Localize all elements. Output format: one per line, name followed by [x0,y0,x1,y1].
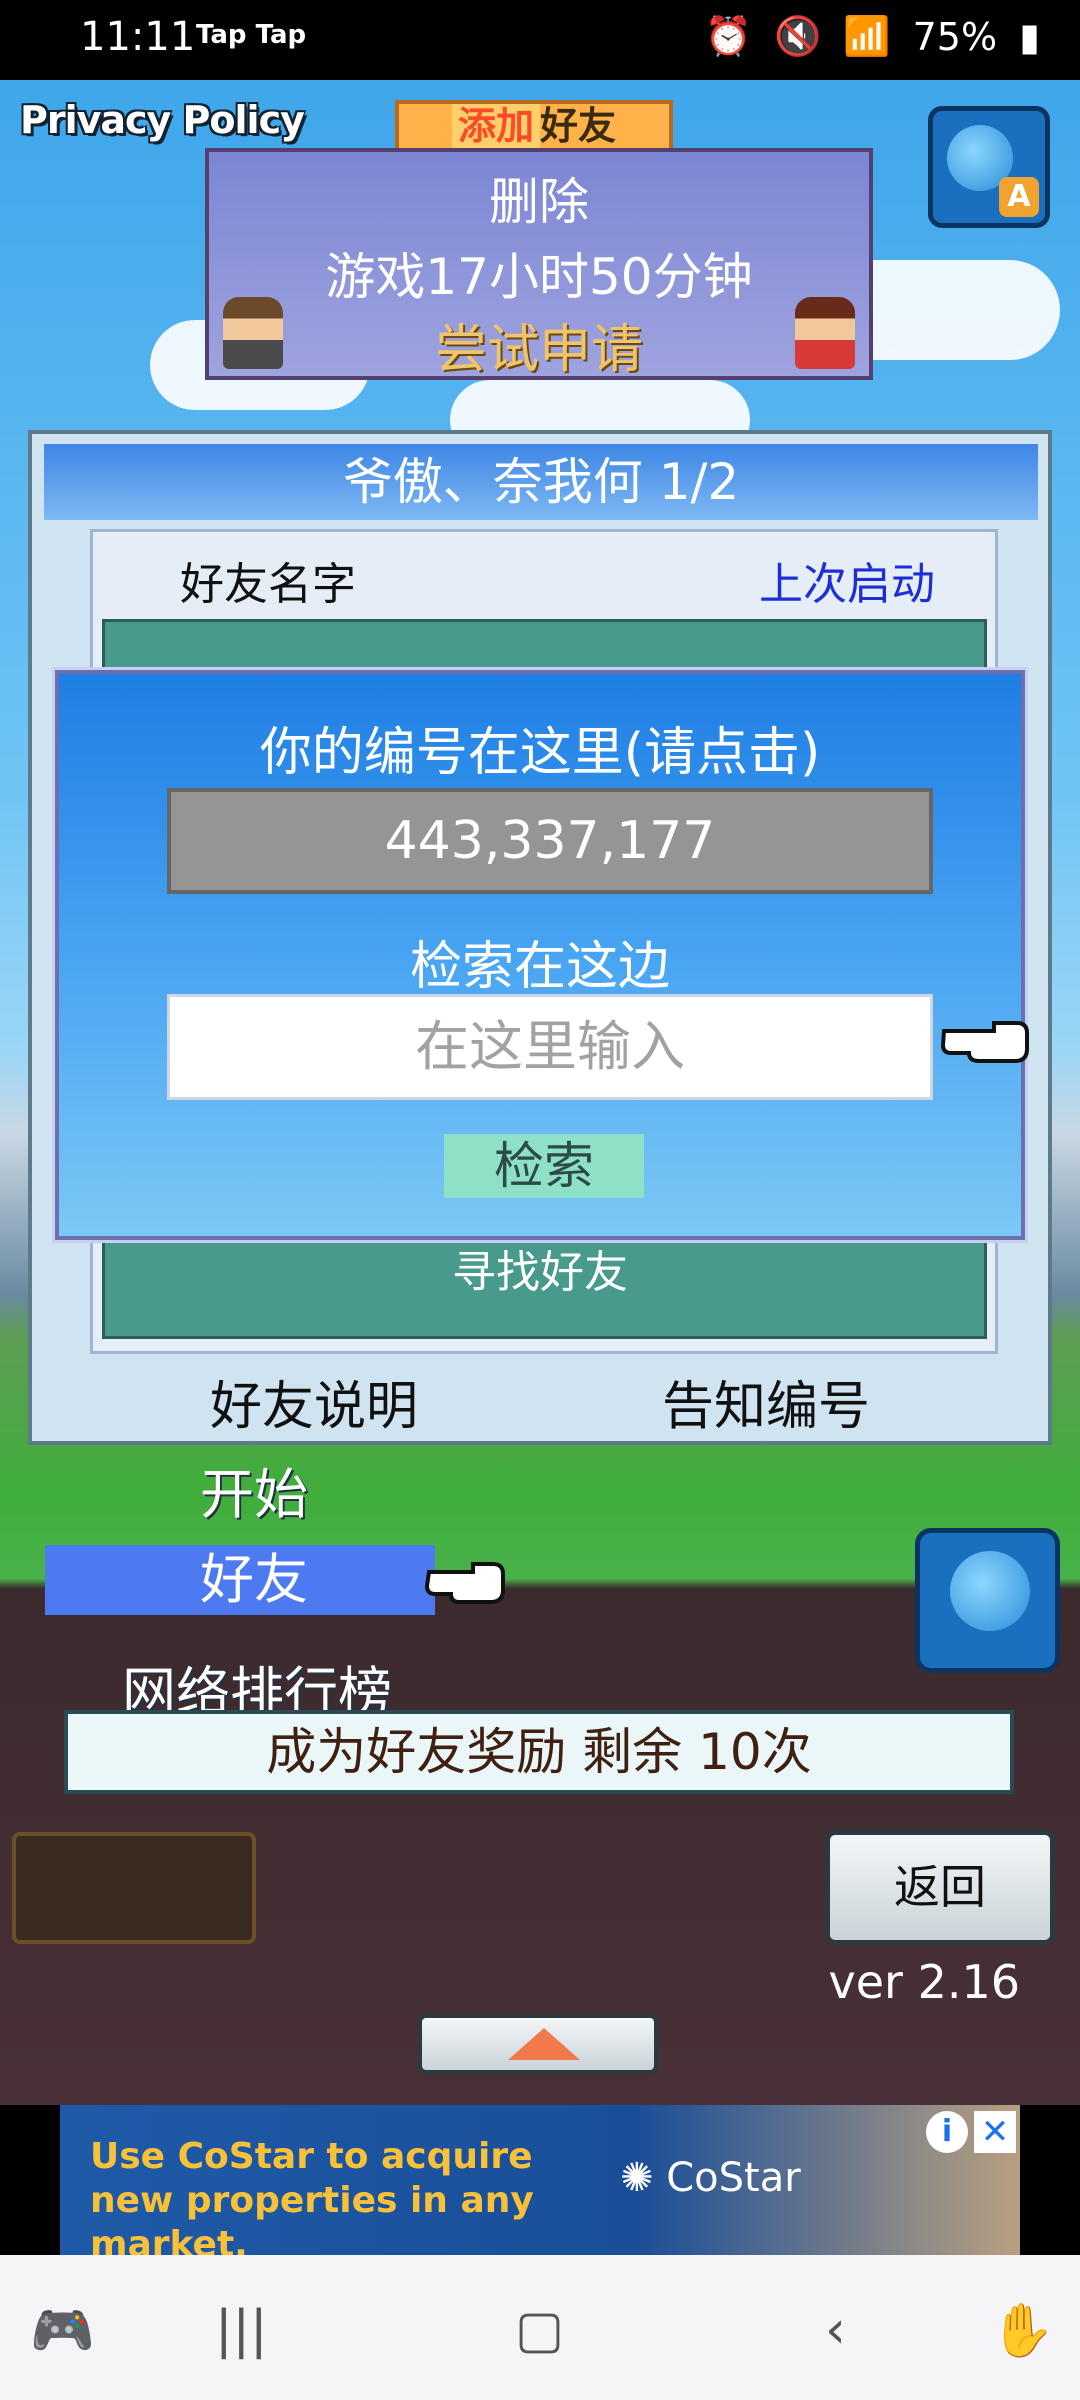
ad-brand-name[interactable]: CoStar [666,2155,800,2201]
status-bar: 11:11 Tap Tap ⏰ 🔇 📶 75% ▮ [0,0,1080,80]
battery-percent: 75% [912,14,998,59]
back-button[interactable]: 返回 [825,1830,1055,1945]
ad-text[interactable]: Use CoStar to acquire new properties in … [90,2135,610,2267]
male-character-icon [223,297,283,369]
navigation-bar: 🎮 ||| ▢ ‹ ✋ [0,2255,1080,2400]
menu-friend[interactable]: 好友 [45,1545,435,1615]
battery-icon: ▮ [1019,14,1040,59]
try-apply-label[interactable]: 尝试申请 [209,307,869,382]
globe-icon [950,1551,1030,1631]
search-input[interactable]: 在这里输入 [167,994,933,1100]
status-time: 11:11 [80,14,196,60]
ad-close-icon[interactable]: ✕ [974,2111,1016,2153]
dialog-title[interactable]: 你的编号在这里(请点击) [59,710,1021,785]
back-icon[interactable]: ‹ [825,2300,846,2360]
ad-banner[interactable]: Use CoStar to acquire new properties in … [60,2105,1020,2265]
privacy-policy-link[interactable]: Privacy Policy [20,98,305,142]
game-tools-icon[interactable]: 🎮 [30,2300,95,2361]
find-friend-label[interactable]: 寻找好友 [0,1236,1080,1300]
ad-brand[interactable]: ✺ CoStar [620,2155,801,2201]
friend-explain-button[interactable]: 好友说明 [210,1364,418,1439]
search-label: 检索在这边 [409,937,670,997]
friends-list-title: 爷傲、奈我何 1/2 [44,444,1038,520]
female-character-icon [795,297,855,369]
ad-info-icon[interactable]: i [926,2111,968,2153]
menu-start[interactable]: 开始 [200,1450,308,1529]
playtime-label: 游戏17小时50分钟 [325,248,753,306]
version-label: ver 2.16 [828,1955,1020,2009]
mute-icon: 🔇 [773,14,822,58]
status-app-name: Tap Tap [196,20,307,50]
notify-id-button[interactable]: 告知编号 [662,1364,870,1439]
up-arrow-icon [508,2028,580,2060]
alarm-icon: ⏰ [704,14,752,58]
friend-id-dialog: 你的编号在这里(请点击) 443,337,177 检索在这边 在这里输入 检索 [52,667,1029,1243]
status-right-icons: ⏰ 🔇 📶 75% ▮ [705,14,1040,59]
column-last-launch[interactable]: 上次启动 [759,548,935,612]
language-switch-button[interactable]: A [928,106,1050,228]
add-friend-tag-part2: 好友 [540,104,617,148]
online-connect-button[interactable] [915,1528,1060,1673]
pointing-hand-icon [425,1562,505,1604]
add-friend-tag-part1: 添加 [451,104,540,148]
column-friend-name: 好友名字 [180,559,356,610]
empty-slot-box [12,1832,256,1944]
search-button[interactable]: 检索 [444,1134,644,1198]
friend-request-panel[interactable]: 删除 游戏17小时50分钟 尝试申请 [205,148,873,380]
pointing-hand-icon [940,1021,1029,1063]
letter-a-icon: A [999,177,1039,217]
my-id-box[interactable]: 443,337,177 [167,788,933,894]
delete-label[interactable]: 删除 [209,162,869,234]
accessibility-icon[interactable]: ✋ [990,2300,1055,2361]
wifi-icon: 📶 [843,14,891,58]
home-icon[interactable]: ▢ [515,2300,564,2360]
friend-reward-bar: 成为好友奖励 剩余 10次 [64,1710,1014,1794]
add-friend-tag: 添加 好友 [395,100,673,152]
expand-up-button[interactable] [418,2014,658,2074]
recent-apps-icon[interactable]: ||| [215,2300,268,2360]
